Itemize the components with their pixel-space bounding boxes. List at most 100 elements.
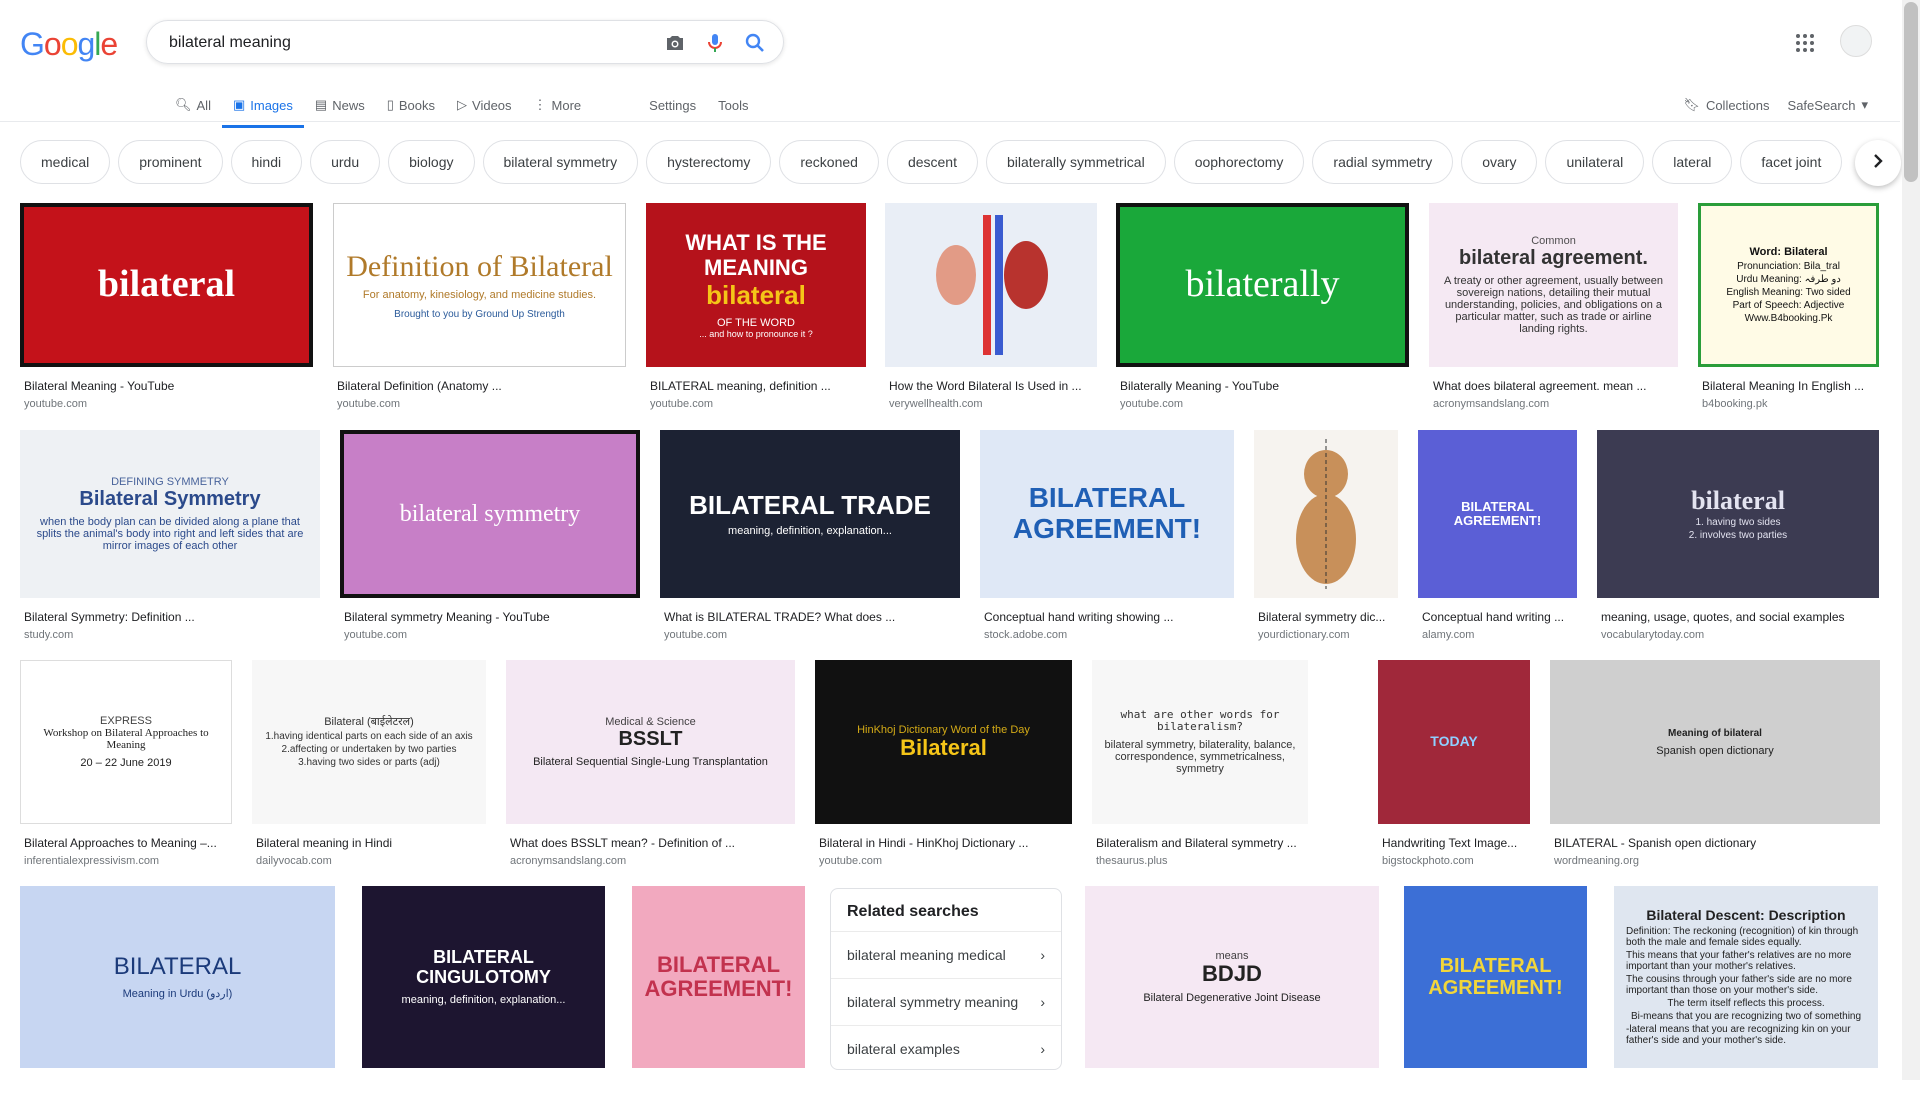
chip-unilateral[interactable]: unilateral [1545, 140, 1645, 184]
image-thumbnail[interactable]: TODAY [1378, 660, 1530, 824]
tab-news[interactable]: ▤ News [304, 88, 376, 122]
search-icon[interactable] [743, 31, 767, 55]
settings-link[interactable]: Settings [638, 88, 707, 122]
chip-hysterectomy[interactable]: hysterectomy [646, 140, 772, 184]
chip-radial-symmetry[interactable]: radial symmetry [1312, 140, 1454, 184]
camera-icon[interactable] [663, 31, 687, 55]
image-result[interactable]: means BDJD Bilateral Degenerative Joint Di… [1085, 886, 1379, 1118]
image-thumbnail[interactable]: BILATERAL CINGULOTOMY meaning, definition… [362, 886, 605, 1068]
image-result[interactable]: BILATERAL AGREEMENT! Conceptual hand writ… [1418, 430, 1577, 648]
chip-bilateral-symmetry[interactable]: bilateral symmetry [482, 140, 639, 184]
tab-more[interactable]: ⋮ More [523, 88, 593, 122]
image-thumbnail[interactable]: BILATERAL AGREEMENT! [1404, 886, 1587, 1068]
collections-link[interactable]: 🔖︎ Collections [1683, 88, 1769, 122]
chip-prominent[interactable]: prominent [118, 140, 223, 184]
chip-medical[interactable]: medical [20, 140, 111, 184]
image-result[interactable]: HinKhoj Dictionary Word of the Day Bilate… [815, 660, 1072, 874]
image-thumbnail[interactable]: DEFINING SYMMETRY Bilateral Symmetry when … [20, 430, 320, 598]
image-thumbnail[interactable]: Bilateral (बाईलेटरल) 1.having identical p… [252, 660, 486, 824]
image-thumbnail[interactable]: HinKhoj Dictionary Word of the Day Bilate… [815, 660, 1072, 824]
image-thumbnail[interactable]: bilateral symmetry [340, 430, 640, 598]
image-thumbnail[interactable] [885, 203, 1097, 367]
image-result[interactable]: bilateral 1. having two sides 2. involves … [1597, 430, 1879, 648]
image-thumbnail[interactable]: Bilateral Descent: Description Definition… [1614, 886, 1878, 1068]
image-thumbnail[interactable]: BILATERAL AGREEMENT! [980, 430, 1234, 598]
image-thumbnail[interactable]: WHAT IS THE MEANING bilateral OF THE WORD.… [646, 203, 866, 367]
related-item[interactable]: bilateral meaning medical › [831, 931, 1061, 978]
chip-ovary[interactable]: ovary [1461, 140, 1538, 184]
kidney-illustration [936, 215, 1048, 355]
image-thumbnail[interactable]: Medical & Science BSSLT Bilateral Sequenti… [506, 660, 795, 824]
chip-oophorectomy[interactable]: oophorectomy [1173, 140, 1305, 184]
image-source-domain: youtube.com [819, 855, 882, 867]
page-scrollbar[interactable] [1902, 0, 1920, 1080]
chip-descent[interactable]: descent [886, 140, 978, 184]
tab-label: Videos [472, 97, 512, 113]
image-thumbnail[interactable]: bilateral [20, 203, 313, 367]
image-result[interactable]: Bilateral Descent: Description Definition… [1614, 886, 1878, 1118]
related-item[interactable]: bilateral examples › [831, 1025, 1061, 1069]
safesearch-toggle[interactable]: SafeSearch ▾ [1788, 88, 1868, 122]
tools-link[interactable]: Tools [707, 88, 759, 122]
image-result[interactable]: Definition of Bilateral For anatomy, kine… [333, 203, 626, 417]
image-result[interactable]: Meaning of bilateral Spanish open diction… [1550, 660, 1880, 874]
chip-hindi[interactable]: hindi [230, 140, 303, 184]
image-result[interactable]: bilateral symmetry Bilateral symmetry Mea… [340, 430, 640, 648]
image-result[interactable]: EXPRESS Workshop on Bilateral Approaches … [20, 660, 232, 874]
image-result[interactable]: what are other words for bilateralism? bi… [1092, 660, 1308, 874]
image-thumbnail[interactable]: BILATERAL Meaning in Urdu (اردو) [20, 886, 335, 1068]
apps-grid-icon[interactable] [1795, 33, 1815, 58]
image-result[interactable]: How the Word Bilateral Is Used in ... ver… [885, 203, 1097, 417]
image-result[interactable]: bilaterally Bilaterally Meaning - YouTube… [1116, 203, 1409, 417]
chip-reckoned[interactable]: reckoned [779, 140, 879, 184]
image-result[interactable]: Bilateral (बाईलेटरल) 1.having identical p… [252, 660, 486, 874]
image-result[interactable]: BILATERAL AGREEMENT! [632, 886, 805, 1118]
image-thumbnail[interactable]: EXPRESS Workshop on Bilateral Approaches … [20, 660, 232, 824]
scrollbar-thumb[interactable] [1904, 2, 1918, 182]
chips-next-button[interactable] [1855, 140, 1901, 186]
image-result[interactable]: BILATERAL TRADE meaning, definition, expl… [660, 430, 960, 648]
image-thumbnail[interactable]: bilateral 1. having two sides 2. involves … [1597, 430, 1879, 598]
image-result[interactable]: DEFINING SYMMETRY Bilateral Symmetry when … [20, 430, 320, 648]
image-thumbnail[interactable]: bilaterally [1116, 203, 1409, 367]
related-item[interactable]: bilateral symmetry meaning › [831, 978, 1061, 1025]
image-thumbnail[interactable]: Meaning of bilateral Spanish open diction… [1550, 660, 1880, 824]
tab-images[interactable]: ▣ Images [221, 88, 304, 128]
image-thumbnail[interactable]: means BDJD Bilateral Degenerative Joint Di… [1085, 886, 1379, 1068]
image-result[interactable]: BILATERAL AGREEMENT! [1404, 886, 1587, 1118]
search-input[interactable] [167, 31, 641, 55]
chip-urdu[interactable]: urdu [310, 140, 381, 184]
image-thumbnail[interactable]: BILATERAL TRADE meaning, definition, expl… [660, 430, 960, 598]
image-thumbnail[interactable]: Word: Bilateral Pronunciation: Bila_tral U… [1698, 203, 1879, 367]
image-thumbnail[interactable]: what are other words for bilateralism? bi… [1092, 660, 1308, 824]
image-result[interactable]: Common bilateral agreement. A treaty or ot… [1429, 203, 1678, 417]
tab-books[interactable]: ▯ Books [376, 88, 446, 122]
image-thumbnail[interactable]: BILATERAL AGREEMENT! [632, 886, 805, 1068]
mic-icon[interactable] [703, 31, 727, 55]
thumbnail-credit: Brought to you by Ground Up Strength [394, 309, 565, 320]
image-result[interactable]: WHAT IS THE MEANING bilateral OF THE WORD.… [646, 203, 866, 417]
image-thumbnail[interactable] [1254, 430, 1398, 598]
thumbnail-line: This means that your father's relatives … [1626, 949, 1852, 972]
image-result[interactable]: BILATERAL CINGULOTOMY meaning, definition… [362, 886, 605, 1118]
image-source-domain: b4booking.pk [1702, 398, 1768, 410]
image-result[interactable]: Word: Bilateral Pronunciation: Bila_tral U… [1698, 203, 1879, 417]
account-avatar[interactable] [1840, 25, 1872, 57]
image-result[interactable]: BILATERAL Meaning in Urdu (اردو) [20, 886, 335, 1118]
chip-bilaterally-symmetrical[interactable]: bilaterally symmetrical [986, 140, 1166, 184]
image-result[interactable]: Bilateral symmetry dic... yourdictionary.… [1254, 430, 1398, 648]
image-result[interactable]: Medical & Science BSSLT Bilateral Sequenti… [506, 660, 795, 874]
chip-biology[interactable]: biology [388, 140, 475, 184]
search-box[interactable] [146, 20, 784, 64]
image-result[interactable]: BILATERAL AGREEMENT! Conceptual hand writ… [980, 430, 1234, 648]
chip-facet-joint[interactable]: facet joint [1740, 140, 1843, 184]
tab-all[interactable]: 🔍︎ All [164, 88, 222, 122]
image-thumbnail[interactable]: Common bilateral agreement. A treaty or ot… [1429, 203, 1678, 367]
chip-lateral[interactable]: lateral [1652, 140, 1733, 184]
image-result[interactable]: bilateral Bilateral Meaning - YouTube yout… [20, 203, 313, 417]
image-thumbnail[interactable]: BILATERAL AGREEMENT! [1418, 430, 1577, 598]
google-logo[interactable]: Google [20, 26, 118, 63]
image-result[interactable]: TODAY Handwriting Text Image... bigstockph… [1378, 660, 1530, 874]
image-thumbnail[interactable]: Definition of Bilateral For anatomy, kine… [333, 203, 626, 367]
tab-videos[interactable]: ▷ Videos [446, 88, 523, 122]
